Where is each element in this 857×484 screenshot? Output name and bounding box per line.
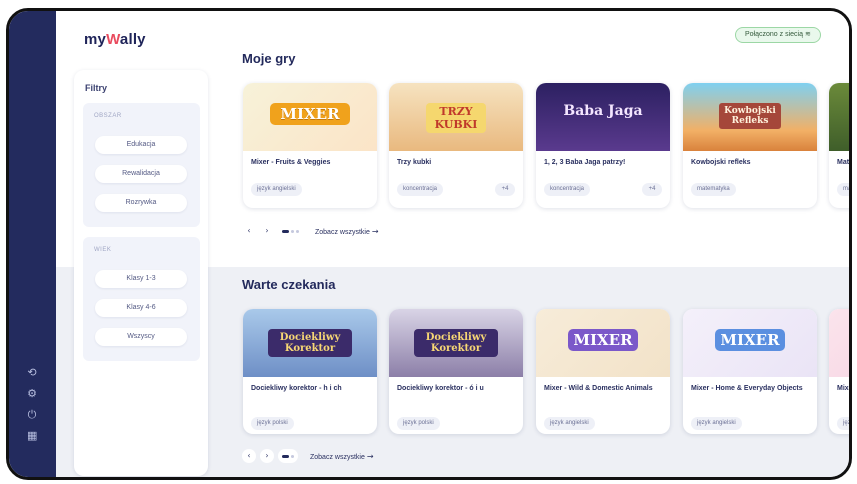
game-title: Mixer - Home & Everyday Objects (691, 385, 803, 392)
game-tag: język polski (397, 417, 440, 430)
game-tag: koncentracja (397, 183, 444, 196)
game-tag: matematyka (691, 183, 736, 196)
filter-chip-rozrywka[interactable]: Rozrywka (95, 194, 187, 212)
see-all-link[interactable]: Zobacz wszystkie → (315, 227, 379, 236)
thumbnail-title: MIXER (568, 329, 638, 351)
thumbnail-title: Kowbojski Refleks (719, 103, 781, 129)
carousel-pager: ‹ › Zobacz wszystkie → (242, 448, 374, 464)
chevron-left-icon[interactable]: ‹ (242, 449, 256, 463)
game-title: 1, 2, 3 Baba Jaga patrzy! (544, 159, 626, 166)
thumbnail-title: MIXER (715, 329, 785, 351)
game-title: Mixer - Fruits & Veggies (251, 159, 331, 166)
game-card[interactable]: Dociekliwy Korektor Dociekliwy korektor … (389, 309, 523, 434)
game-thumbnail (829, 309, 849, 377)
game-tag: koncentracja (544, 183, 591, 196)
filter-chip-edukacja[interactable]: Edukacja (95, 136, 187, 154)
carousel-pager: ‹ › Zobacz wszystkie → (242, 223, 379, 239)
filter-group-label: WIEK (94, 247, 112, 253)
game-thumbnail: TRZY KUBKI (389, 83, 523, 151)
chevron-right-icon[interactable]: › (260, 449, 274, 463)
arrow-right-icon: → (371, 226, 379, 236)
game-card[interactable]: Baba Jaga 1, 2, 3 Baba Jaga patrzy! konc… (536, 83, 670, 208)
logo: myWally (84, 31, 146, 48)
filter-chip-wszyscy[interactable]: Wszyscy (95, 328, 187, 346)
game-title: Dociekliwy korektor - ó i u (397, 385, 484, 392)
game-thumbnail (829, 83, 849, 151)
game-tag: język angielski (691, 417, 742, 430)
settings-icon[interactable]: ⚙ (27, 388, 37, 399)
see-all-link[interactable]: Zobacz wszystkie → (310, 452, 374, 461)
game-thumbnail: Dociekliwy Korektor (243, 309, 377, 377)
filter-chip-rewalidacja[interactable]: Rewalidacja (95, 165, 187, 183)
filter-group-area: OBSZAR Edukacja Rewalidacja Rozrywka (83, 103, 200, 227)
chevron-left-icon[interactable]: ‹ (242, 224, 256, 238)
filters-panel: Filtry OBSZAR Edukacja Rewalidacja Rozry… (74, 70, 208, 476)
game-tag: język (837, 417, 849, 430)
section-title-warte-czekania: Warte czekania (242, 277, 336, 292)
game-thumbnail: MIXER (536, 309, 670, 377)
filter-chip-klasy-1-3[interactable]: Klasy 1-3 (95, 270, 187, 288)
game-card[interactable]: MIXER Mixer - Fruits & Veggies język ang… (243, 83, 377, 208)
connection-status-badge: Połączono z siecią ≋ (735, 27, 821, 43)
game-card[interactable]: MIXER Mixer - Wild & Domestic Animals ję… (536, 309, 670, 434)
game-card[interactable]: MIXER Mixer - Home & Everyday Objects ję… (683, 309, 817, 434)
game-thumbnail: Dociekliwy Korektor (389, 309, 523, 377)
page-indicator (278, 224, 303, 238)
game-tag: język angielski (251, 183, 302, 196)
game-title: Trzy kubki (397, 159, 432, 166)
more-tags-badge: +4 (495, 183, 515, 196)
thumbnail-title: Dociekliwy Korektor (414, 329, 498, 357)
game-card[interactable]: Kowbojski Refleks Kowbojski refleks mate… (683, 83, 817, 208)
game-card[interactable]: Mate mat (829, 83, 852, 208)
filter-group-label: OBSZAR (94, 113, 122, 119)
filters-title: Filtry (85, 83, 108, 93)
thumbnail-title: Dociekliwy Korektor (268, 329, 352, 357)
app-window: ⟲ ⚙ ⏻ ▦ myWally Połączono z siecią ≋ Fil… (6, 8, 852, 480)
main-content: myWally Połączono z siecią ≋ Filtry OBSZ… (56, 11, 849, 477)
more-tags-badge: +4 (642, 183, 662, 196)
game-card[interactable]: Mixe Acce język (829, 309, 852, 434)
thumbnail-title: MIXER (270, 103, 350, 125)
game-tag: mat (837, 183, 849, 196)
chevron-right-icon[interactable]: › (260, 224, 274, 238)
game-card[interactable]: Dociekliwy Korektor Dociekliwy korektor … (243, 309, 377, 434)
calculator-icon[interactable]: ▦ (27, 430, 37, 441)
arrow-right-icon: → (366, 451, 374, 461)
game-thumbnail: Kowbojski Refleks (683, 83, 817, 151)
filter-group-age: WIEK Klasy 1-3 Klasy 4-6 Wszyscy (83, 237, 200, 361)
refresh-icon[interactable]: ⟲ (27, 367, 37, 378)
page-indicator (278, 449, 298, 463)
game-card[interactable]: TRZY KUBKI Trzy kubki koncentracja +4 (389, 83, 523, 208)
section-title-moje-gry: Moje gry (242, 51, 296, 66)
filter-chip-klasy-4-6[interactable]: Klasy 4-6 (95, 299, 187, 317)
game-title: Mixe Acce (837, 385, 852, 392)
game-thumbnail: MIXER (683, 309, 817, 377)
wifi-icon: ≋ (804, 31, 811, 38)
side-rail: ⟲ ⚙ ⏻ ▦ (9, 11, 56, 477)
game-thumbnail: MIXER (243, 83, 377, 151)
game-tag: język polski (251, 417, 294, 430)
game-title: Dociekliwy korektor - h i ch (251, 385, 342, 392)
game-tag: język angielski (544, 417, 595, 430)
game-title: Mixer - Wild & Domestic Animals (544, 385, 653, 392)
power-icon[interactable]: ⏻ (27, 409, 37, 420)
game-title: Mate (837, 159, 852, 166)
game-thumbnail: Baba Jaga (536, 83, 670, 151)
game-title: Kowbojski refleks (691, 159, 751, 166)
thumbnail-title: TRZY KUBKI (426, 103, 486, 133)
thumbnail-title: Baba Jaga (563, 103, 643, 119)
